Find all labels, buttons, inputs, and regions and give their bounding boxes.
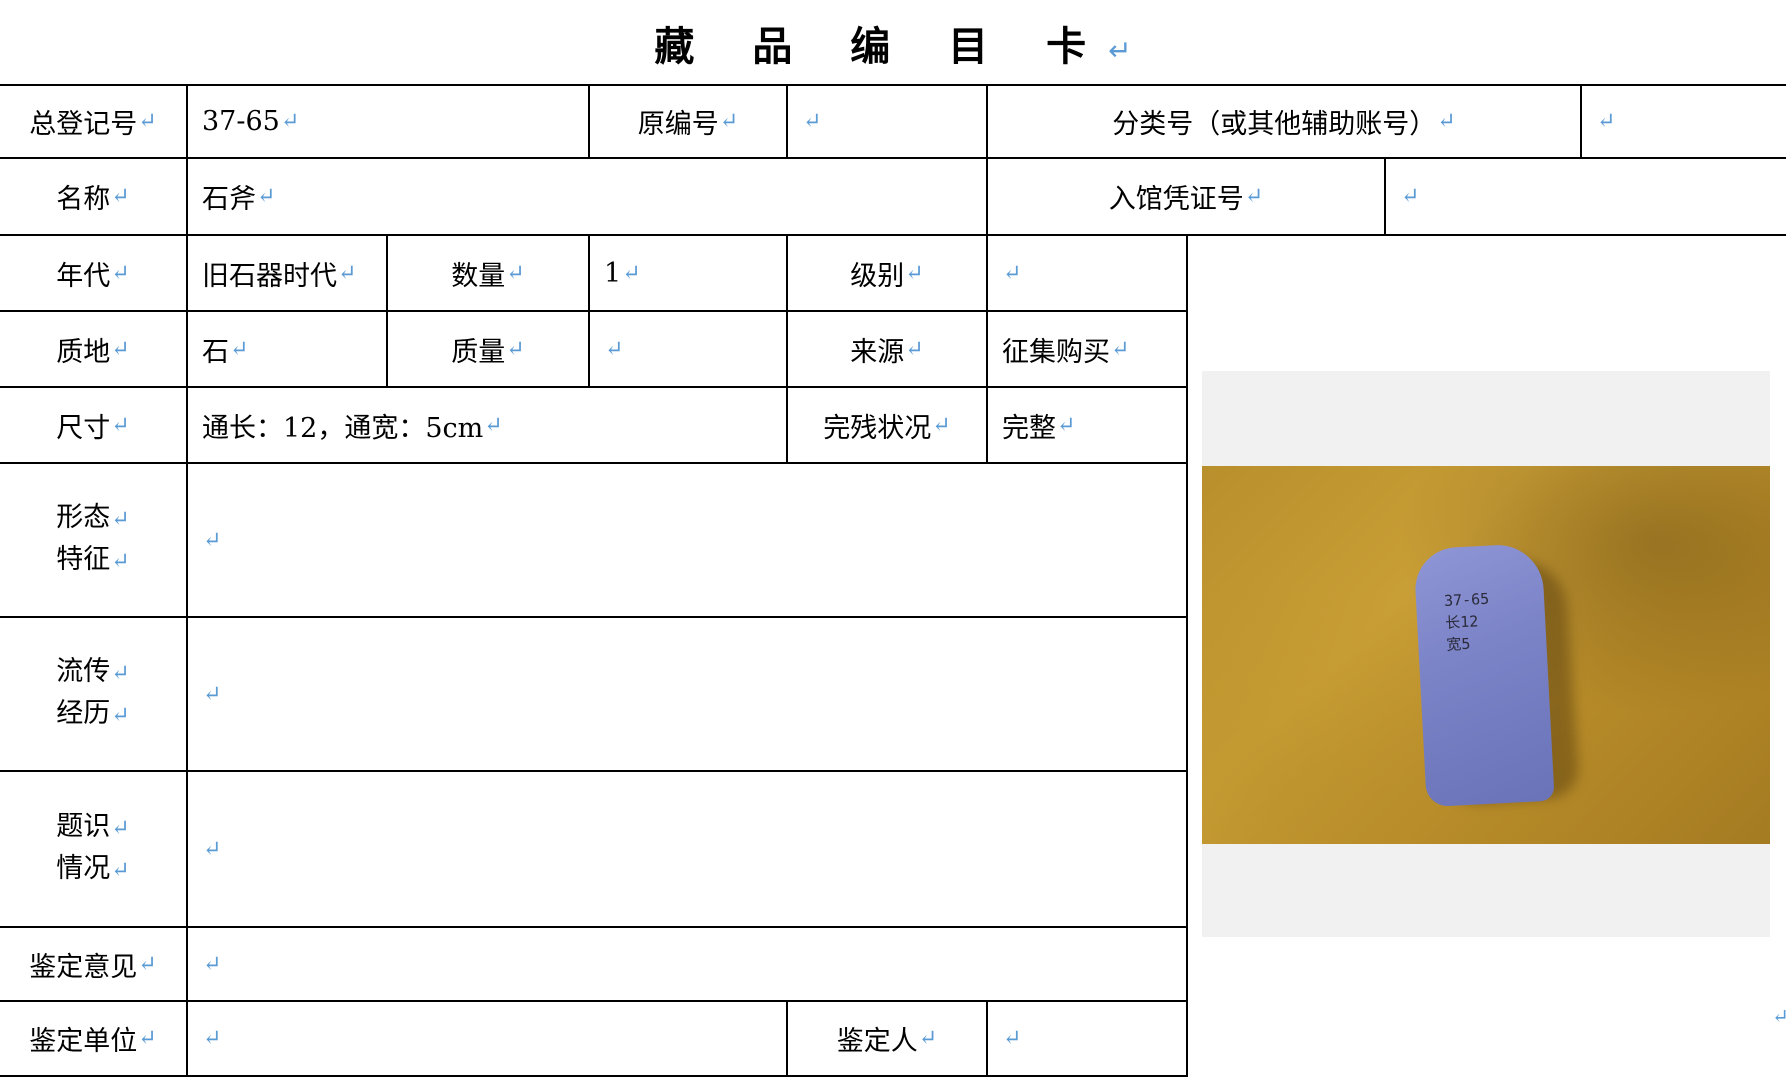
return-mark-icon: ↵ (622, 260, 641, 286)
return-mark-icon: ↵ (905, 260, 924, 286)
return-mark-icon: ↵ (111, 507, 130, 532)
return-mark-icon: ↵ (203, 1026, 222, 1051)
return-mark-icon: ↵ (280, 109, 300, 134)
return-mark-icon: ↵ (111, 412, 130, 438)
return-mark-icon: ↵ (203, 836, 222, 862)
return-mark-icon: ↵ (230, 336, 249, 362)
era-label: 年代 ↵ (56, 260, 130, 292)
return-mark-icon: ↵ (1003, 1026, 1022, 1051)
card-title-text: 藏 品 编 目 卡 (654, 24, 1109, 70)
reg-no-label: 总登记号 ↵ (29, 109, 157, 140)
return-mark-icon: ↵ (111, 184, 130, 209)
reg-no-value: 37-65 ↵ (202, 106, 300, 137)
history-label: 流传↵ 经历↵ (56, 656, 130, 729)
return-mark-icon: ↵ (138, 1026, 157, 1051)
size-value: 通长：12，通宽：5cm ↵ (202, 412, 503, 444)
class-no-label: 分类号（或其他辅助账号） ↵ (1112, 109, 1456, 140)
inscription-label: 题识↵ 情况↵ (56, 811, 130, 884)
return-mark-icon: ↵ (111, 661, 130, 686)
return-mark-icon: ↵ (203, 527, 222, 553)
appraiser-value: ↵ (988, 1002, 1186, 1075)
artifact-photo: 37-65 长12 宽5 (1202, 466, 1770, 844)
era-value: 旧石器时代 ↵ (202, 260, 357, 292)
return-mark-icon: ↵ (257, 184, 276, 209)
condition-label: 完残状况 ↵ (823, 412, 951, 444)
grade-value: ↵ (988, 236, 1186, 310)
size-label: 尺寸 ↵ (56, 412, 130, 444)
form-label: 形态↵ 特征↵ (56, 502, 130, 575)
catalog-card-table: 总登记号 ↵ 37-65 ↵ 原编号 ↵ ↵ 分类号（或其他辅助账号） ↵ ↵ 名称 ↵ … (0, 84, 1786, 1077)
return-mark-icon: ↵ (111, 549, 130, 574)
return-mark-icon: ↵ (506, 260, 525, 286)
return-mark-icon: ↵ (719, 109, 739, 134)
voucher-label: 入馆凭证号 ↵ (1108, 184, 1264, 215)
return-mark-icon: ↵ (506, 336, 525, 362)
mass-label: 质量 ↵ (451, 336, 525, 368)
unit-label: 鉴定单位 ↵ (29, 1026, 157, 1057)
return-mark-icon: ↵ (111, 703, 130, 728)
stone-axe-image: 37-65 长12 宽5 (1413, 542, 1555, 808)
source-value: 征集购买 ↵ (1002, 336, 1130, 368)
return-mark-icon: ↵ (338, 260, 357, 286)
return-mark-icon: ↵ (111, 336, 130, 362)
return-mark-icon: ↵ (1772, 1004, 1786, 1028)
return-mark-icon: ↵ (803, 109, 822, 134)
return-mark-icon: ↵ (905, 336, 924, 362)
return-mark-icon: ↵ (1108, 34, 1132, 67)
return-mark-icon: ↵ (1057, 412, 1076, 438)
return-mark-icon: ↵ (1597, 109, 1616, 134)
mass-value: ↵ (590, 312, 786, 386)
appraiser-label: 鉴定人 ↵ (836, 1026, 938, 1057)
opinion-label: 鉴定意见 ↵ (29, 951, 157, 983)
return-mark-icon: ↵ (138, 951, 157, 977)
artifact-photo-frame: 37-65 长12 宽5 (1202, 371, 1770, 937)
return-mark-icon: ↵ (1003, 260, 1022, 286)
return-mark-icon: ↵ (1401, 184, 1420, 209)
name-label: 名称 ↵ (56, 184, 130, 215)
return-mark-icon: ↵ (203, 681, 222, 707)
return-mark-icon: ↵ (138, 109, 157, 134)
qty-value: 1 ↵ (604, 257, 641, 289)
return-mark-icon: ↵ (1111, 336, 1130, 362)
unit-value: ↵ (188, 1002, 786, 1075)
material-label: 质地 ↵ (56, 336, 130, 368)
return-mark-icon: ↵ (203, 951, 222, 977)
return-mark-icon: ↵ (111, 260, 130, 286)
return-mark-icon: ↵ (111, 816, 130, 841)
condition-value: 完整 ↵ (1002, 412, 1076, 444)
name-value: 石斧 ↵ (202, 184, 276, 215)
return-mark-icon: ↵ (484, 412, 503, 438)
orig-no-value: ↵ (788, 86, 986, 157)
opinion-value: ↵ (188, 928, 1186, 1000)
material-value: 石 ↵ (202, 336, 249, 368)
grade-label: 级别 ↵ (850, 260, 924, 292)
source-label: 来源 ↵ (850, 336, 924, 368)
return-mark-icon: ↵ (111, 858, 130, 883)
orig-no-label: 原编号 ↵ (637, 109, 739, 140)
return-mark-icon: ↵ (918, 1026, 938, 1051)
stone-marking: 37-65 长12 宽5 (1443, 589, 1490, 654)
form-value: ↵ (188, 464, 1186, 616)
history-value: ↵ (188, 618, 1186, 770)
qty-label: 数量 ↵ (451, 260, 525, 292)
return-mark-icon: ↵ (1244, 184, 1264, 209)
inscription-value: ↵ (188, 772, 1186, 926)
return-mark-icon: ↵ (1437, 109, 1456, 134)
voucher-value: ↵ (1386, 159, 1782, 234)
return-mark-icon: ↵ (605, 336, 624, 362)
class-no-value: ↵ (1582, 86, 1782, 157)
return-mark-icon: ↵ (932, 412, 951, 438)
card-title: 藏 品 编 目 卡↵ (0, 14, 1786, 72)
